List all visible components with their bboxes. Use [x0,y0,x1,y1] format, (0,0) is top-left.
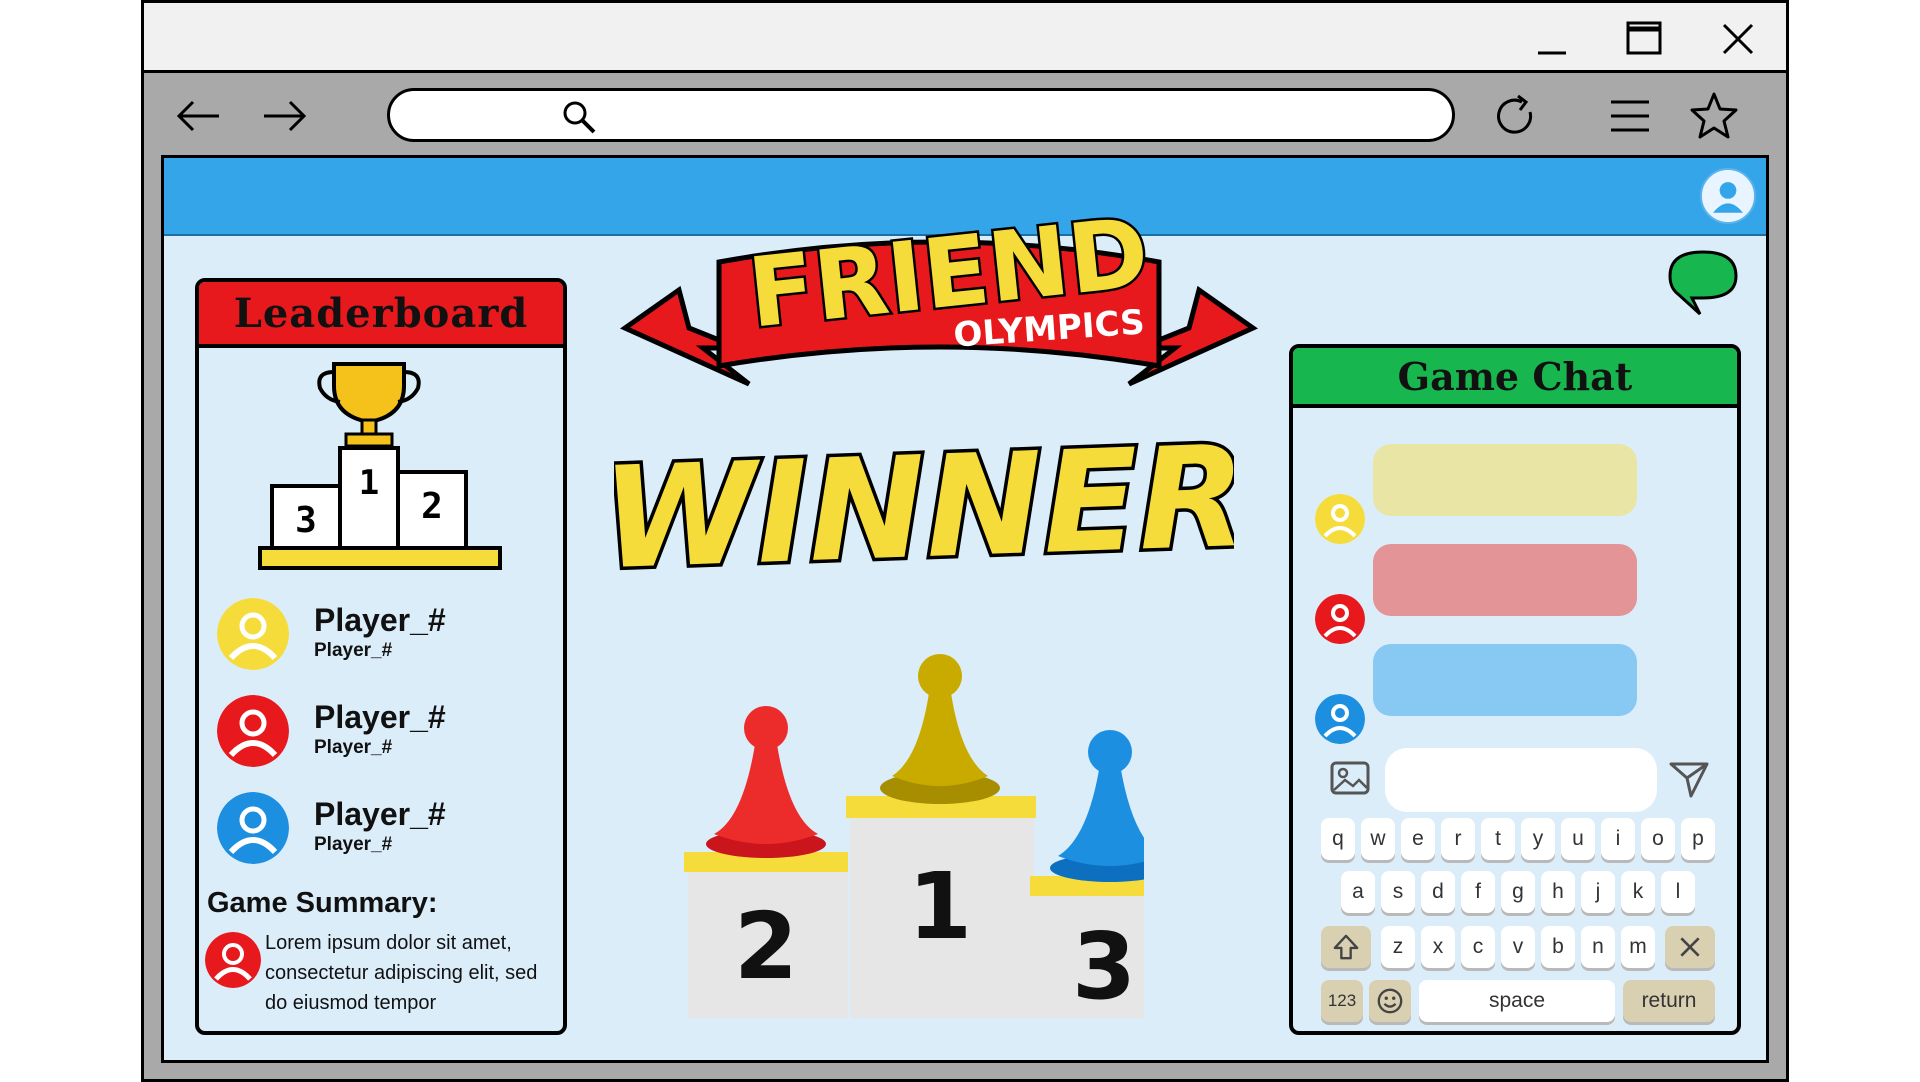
chat-input-row [1293,748,1737,814]
key-q[interactable]: q [1321,818,1355,860]
forward-arrow-icon[interactable] [258,90,310,142]
smiley-icon [1377,988,1403,1014]
podium-place-1: 1 [908,853,972,960]
key-d[interactable]: d [1421,871,1455,913]
friend-olympics-banner: FRIEND OLYMPICS [619,178,1259,388]
menu-icon[interactable] [1603,90,1655,142]
key-b[interactable]: b [1541,926,1575,968]
podium-icon-place-3: 3 [295,500,317,541]
chat-message[interactable] [1373,644,1637,716]
podium-place-3: 3 [1072,913,1136,1020]
chat-message[interactable] [1373,544,1637,616]
key-h[interactable]: h [1541,871,1575,913]
chat-message[interactable] [1373,444,1637,516]
on-screen-keyboard: q w e r t y u i o p a s d f g h j k l z … [1321,818,1717,1028]
game-summary-text: Lorem ipsum dolor sit amet, consectetur … [265,932,538,1014]
close-icon[interactable] [1716,17,1760,61]
address-bar[interactable] [387,88,1455,142]
winner-heading: WINNER [596,412,1253,604]
key-o[interactable]: o [1641,818,1675,860]
key-x[interactable]: x [1421,926,1455,968]
key-g[interactable]: g [1501,871,1535,913]
red-pawn-icon [706,706,826,858]
winner-text: WINNER [614,426,1234,586]
podium-place-2: 2 [734,893,798,1000]
key-f[interactable]: f [1461,871,1495,913]
blue-pawn-icon [1050,730,1170,882]
send-icon[interactable] [1667,756,1711,800]
numbers-key[interactable]: 123 [1321,980,1363,1022]
leaderboard-row[interactable]: Player_# Player_# [217,598,547,678]
player-name: Player_# [314,796,446,832]
key-t[interactable]: t [1481,818,1515,860]
maximize-icon[interactable] [1622,17,1666,61]
key-j[interactable]: j [1581,871,1615,913]
leaderboard-header: Leaderboard [199,282,563,348]
browser-toolbar [144,76,1786,156]
player-subtitle: Player_# [314,737,393,758]
player-avatar-icon [217,792,289,864]
podium-icon-place-1: 1 [359,463,379,503]
shift-arrow-icon [1333,934,1359,960]
chat-avatar-icon [1315,694,1365,744]
star-icon[interactable] [1688,90,1740,142]
key-c[interactable]: c [1461,926,1495,968]
chat-title: Game Chat [1397,353,1633,399]
delete-x-icon [1680,937,1700,957]
player-avatar-icon [217,695,289,767]
title-bar [144,3,1786,73]
key-e[interactable]: e [1401,818,1435,860]
key-i[interactable]: i [1601,818,1635,860]
trophy-podium-icon: 3 1 2 [254,358,514,578]
minimize-icon[interactable] [1530,17,1574,61]
back-arrow-icon[interactable] [173,90,225,142]
key-n[interactable]: n [1581,926,1615,968]
leaderboard-row[interactable]: Player_# Player_# [217,695,547,775]
chat-header: Game Chat [1293,348,1737,408]
game-summary-title: Game Summary: [207,887,438,919]
chat-avatar-icon [1315,594,1365,644]
key-s[interactable]: s [1381,871,1415,913]
player-subtitle: Player_# [314,834,393,855]
reload-icon[interactable] [1490,90,1542,142]
player-name: Player_# [314,602,446,638]
chat-bubble-icon[interactable] [1664,248,1742,318]
key-r[interactable]: r [1441,818,1475,860]
key-v[interactable]: v [1501,926,1535,968]
return-key[interactable]: return [1623,980,1715,1022]
player-name: Player_# [314,699,446,735]
user-avatar-icon[interactable] [1700,168,1756,224]
podium-icon-place-2: 2 [421,486,443,527]
shift-key[interactable] [1321,926,1371,968]
image-upload-icon[interactable] [1329,758,1371,798]
page-viewport: Leaderboard 3 1 2 Player_# Player_# Play… [161,155,1769,1063]
game-chat-panel: Game Chat q w e r t y u i o p a s d f g … [1289,344,1741,1035]
player-subtitle: Player_# [314,640,393,661]
leaderboard-row[interactable]: Player_# Player_# [217,792,547,872]
summary-avatar-icon [205,932,261,988]
key-l[interactable]: l [1661,871,1695,913]
key-m[interactable]: m [1621,926,1655,968]
winners-podium: 2 1 3 [684,628,1190,1028]
key-p[interactable]: p [1681,818,1715,860]
leaderboard-title: Leaderboard [233,289,529,337]
key-k[interactable]: k [1621,871,1655,913]
leaderboard-panel: Leaderboard 3 1 2 Player_# Player_# Play… [195,278,567,1035]
key-y[interactable]: y [1521,818,1555,860]
gold-pawn-icon [880,654,1000,804]
chat-avatar-icon [1315,494,1365,544]
browser-window: Leaderboard 3 1 2 Player_# Player_# Play… [141,0,1789,1082]
key-a[interactable]: a [1341,871,1375,913]
key-z[interactable]: z [1381,926,1415,968]
emoji-key[interactable] [1369,980,1411,1022]
chat-message-input[interactable] [1385,748,1657,812]
key-u[interactable]: u [1561,818,1595,860]
delete-key[interactable] [1665,926,1715,968]
player-avatar-icon [217,598,289,670]
search-icon [560,98,598,136]
space-key[interactable]: space [1419,980,1615,1022]
key-w[interactable]: w [1361,818,1395,860]
